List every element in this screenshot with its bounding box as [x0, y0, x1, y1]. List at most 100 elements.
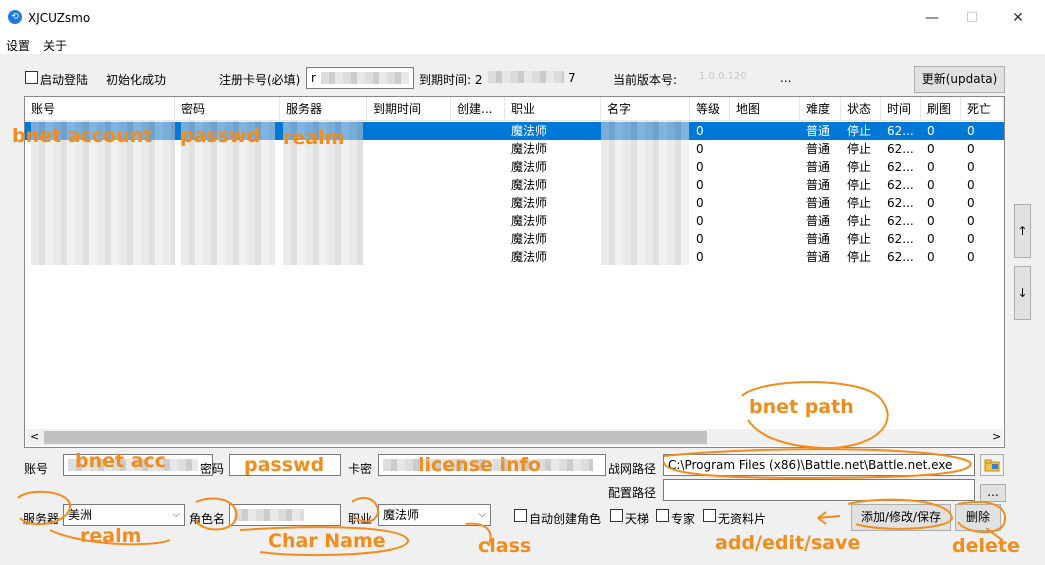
maximize-button[interactable]: ☐	[962, 8, 982, 28]
table-cell-state: 停止	[847, 178, 872, 192]
scroll-right-arrow[interactable]: >	[992, 430, 1001, 443]
anno-realm-top: realm	[283, 127, 345, 149]
anno-passwd-top: passwd	[180, 125, 261, 147]
table-cell-runs: 0	[927, 214, 935, 228]
config-path-input[interactable]	[663, 479, 975, 501]
auto-create-label: 自动创建角色	[529, 512, 602, 526]
anno-bnet-account: bnet account	[12, 125, 153, 147]
column-header[interactable]: 等级	[690, 97, 730, 121]
column-header[interactable]: 服务器	[280, 97, 367, 121]
bnet-path-input[interactable]: C:\Program Files (x86)\Battle.net\Battle…	[663, 454, 975, 476]
config-browse-button[interactable]: ...	[980, 484, 1006, 502]
column-header[interactable]: 状态	[841, 97, 881, 121]
redacted-names	[601, 121, 689, 265]
chevron-down-icon: ⌵	[478, 509, 486, 520]
close-button[interactable]: ✕	[1008, 8, 1028, 28]
card-key-label: 卡密	[348, 462, 373, 476]
server-select[interactable]: 美洲 ⌵	[63, 504, 185, 526]
table-cell-difficulty: 普通	[806, 124, 831, 138]
table-cell-level: 0	[696, 214, 704, 228]
char-name-label: 角色名	[189, 512, 226, 526]
table-cell-level: 0	[696, 160, 704, 174]
redacted-block	[488, 71, 564, 83]
menu-bar	[0, 34, 1045, 54]
table-cell-runs: 0	[927, 196, 935, 210]
version-value: 1.0.0.120	[699, 71, 747, 82]
version-more: ...	[780, 71, 792, 85]
table-cell-deaths: 0	[967, 124, 975, 138]
table-cell-time: 62...	[887, 250, 914, 264]
table-cell-time: 62...	[887, 142, 914, 156]
horizontal-scrollbar[interactable]: < >	[26, 429, 1003, 446]
column-header[interactable]: 密码	[175, 97, 280, 121]
anno-delete: delete	[952, 535, 1020, 557]
no-expansion-checkbox[interactable]	[703, 509, 716, 522]
table-cell-class: 魔法师	[511, 178, 548, 192]
config-path-label: 配置路径	[608, 486, 657, 500]
table-cell-deaths: 0	[967, 178, 975, 192]
table-cell-deaths: 0	[967, 160, 975, 174]
anno-char-name: Char Name	[268, 530, 386, 552]
menu-settings[interactable]: 设置	[6, 37, 30, 54]
column-header[interactable]: 职业	[505, 97, 601, 121]
char-name-input[interactable]	[229, 504, 341, 526]
folder-open-button[interactable]	[980, 454, 1004, 476]
menu-about[interactable]: 关于	[43, 37, 67, 54]
ladder-checkbox[interactable]	[610, 509, 623, 522]
class-select[interactable]: 魔法师 ⌵	[378, 504, 491, 526]
scroll-thumb[interactable]	[44, 431, 707, 444]
move-up-button[interactable]: ↑	[1014, 204, 1031, 258]
account-table[interactable]: 账号 密码 服务器 到期时间 创建... 职业 名字 等级 地图 难度 状态 时间 刷图 死亡 魔法师 0 普…	[24, 96, 1005, 448]
table-cell-level: 0	[696, 178, 704, 192]
column-header[interactable]: 刷图	[921, 97, 961, 121]
column-header[interactable]: 难度	[800, 97, 841, 121]
table-cell-difficulty: 普通	[806, 142, 831, 156]
delete-button[interactable]: 删除	[955, 504, 1001, 531]
column-header[interactable]: 创建...	[451, 97, 505, 121]
move-down-button[interactable]: ↓	[1014, 266, 1031, 320]
table-cell-time: 62...	[887, 124, 914, 138]
table-cell-level: 0	[696, 250, 704, 264]
table-cell-state: 停止	[847, 124, 872, 138]
table-cell-state: 停止	[847, 250, 872, 264]
table-cell-deaths: 0	[967, 232, 975, 246]
auto-login-checkbox[interactable]	[25, 71, 38, 84]
auto-login-label: 启动登陆	[40, 73, 89, 87]
table-cell-difficulty: 普通	[806, 232, 831, 246]
table-cell-class: 魔法师	[511, 214, 548, 228]
redacted-block	[234, 509, 304, 521]
table-cell-state: 停止	[847, 142, 872, 156]
table-cell-state: 停止	[847, 196, 872, 210]
anno-license-info: license info	[418, 454, 541, 476]
column-header[interactable]: 时间	[881, 97, 921, 121]
scroll-left-arrow[interactable]: <	[30, 430, 39, 443]
minimize-button[interactable]: —	[922, 8, 942, 28]
table-cell-runs: 0	[927, 160, 935, 174]
auto-create-checkbox[interactable]	[514, 509, 527, 522]
table-cell-level: 0	[696, 232, 704, 246]
table-cell-runs: 0	[927, 124, 935, 138]
expert-checkbox[interactable]	[656, 509, 669, 522]
update-button[interactable]: 更新(updata)	[914, 66, 1005, 93]
anno-realm: realm	[80, 525, 142, 547]
table-cell-runs: 0	[927, 250, 935, 264]
table-cell-difficulty: 普通	[806, 250, 831, 264]
table-cell-state: 停止	[847, 232, 872, 246]
table-cell-difficulty: 普通	[806, 214, 831, 228]
column-header[interactable]: 死亡	[961, 97, 1004, 121]
redacted-block	[321, 72, 409, 84]
reg-card-input[interactable]: r	[306, 67, 414, 89]
column-header[interactable]: 地图	[730, 97, 800, 121]
anno-class: class	[478, 535, 532, 557]
table-cell-runs: 0	[927, 232, 935, 246]
save-button[interactable]: 添加/修改/保存	[851, 504, 951, 531]
expire-tail: 7	[568, 71, 576, 85]
column-header[interactable]: 到期时间	[367, 97, 451, 121]
anno-bnet-acc: bnet acc	[75, 450, 167, 472]
no-expansion-label: 无资料片	[718, 512, 767, 526]
chevron-down-icon: ⌵	[172, 509, 180, 520]
table-cell-time: 62...	[887, 196, 914, 210]
column-header[interactable]: 账号	[25, 97, 175, 121]
column-header[interactable]: 名字	[601, 97, 690, 121]
server-value: 美洲	[68, 508, 93, 522]
